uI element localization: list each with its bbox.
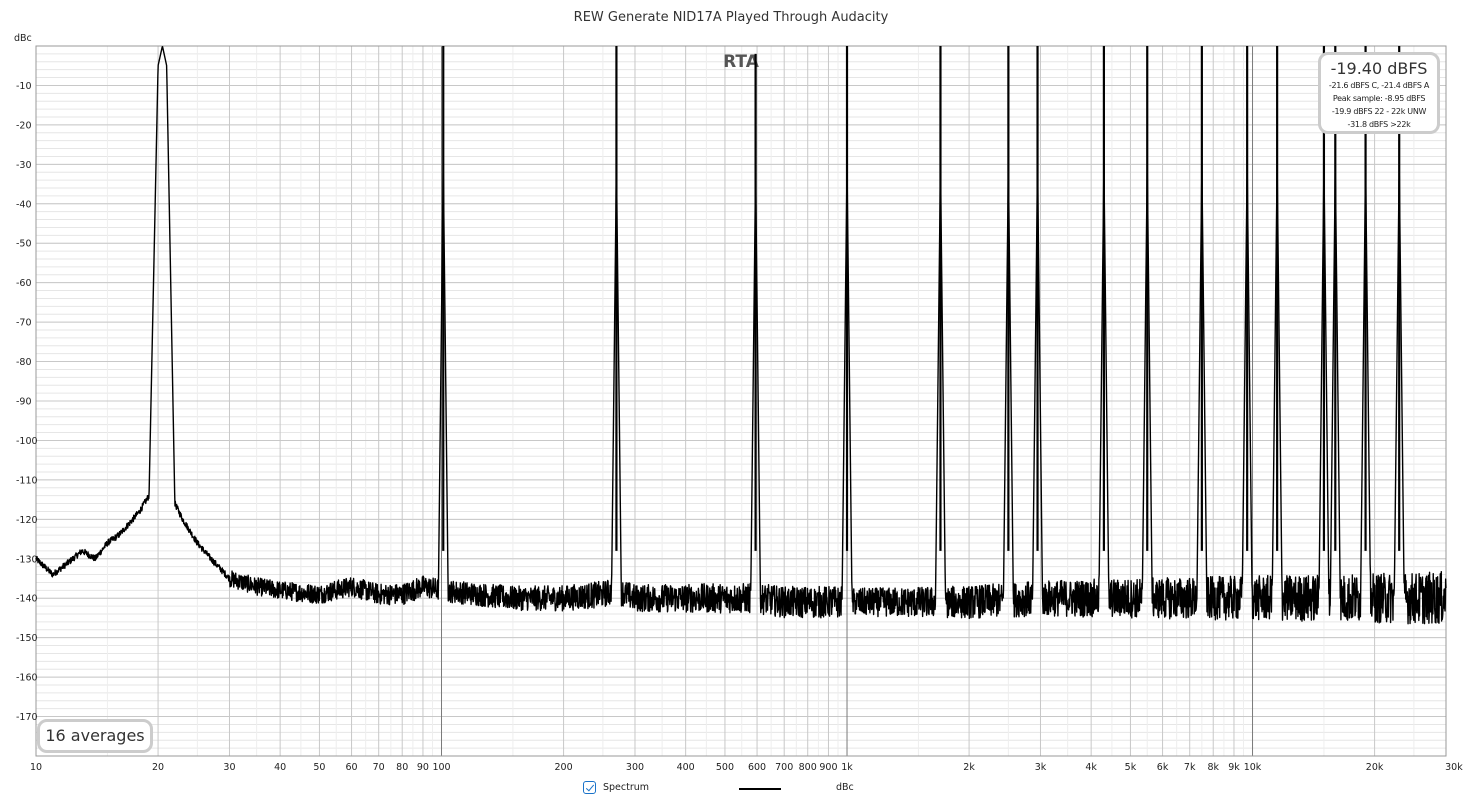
y-tick-label: -70: [16, 318, 32, 329]
x-tick-label: 800: [799, 762, 817, 773]
x-tick-label: 700: [775, 762, 793, 773]
x-tick-label: 90: [417, 762, 429, 773]
x-tick-label: 40: [274, 762, 286, 773]
y-tick-label: -20: [16, 120, 32, 131]
x-tick-label: 80: [396, 762, 408, 773]
meter-main-value: -19.40 dBFS: [1330, 59, 1428, 78]
y-tick-label: -100: [16, 436, 38, 447]
y-tick-label: -170: [16, 712, 38, 723]
x-tick-label: 2k: [963, 762, 975, 773]
legend-unit-label: dBc: [836, 782, 854, 793]
x-tick-label: 30: [223, 762, 235, 773]
level-meter-box: -19.40 dBFS -21.6 dBFS C, -21.4 dBFS A P…: [1318, 52, 1440, 134]
y-tick-label: -140: [16, 594, 38, 605]
spectrum-legend-swatch: [739, 788, 781, 790]
x-tick-label: 1k: [841, 762, 853, 773]
x-tick-label: 9k: [1228, 762, 1240, 773]
y-tick-label: -50: [16, 239, 32, 250]
y-tick-label: -120: [16, 515, 38, 526]
y-tick-labels: -10 -20 -30 -40 -50 -60 -70 -80 -90 -100 -110 -120 -…: [16, 81, 38, 723]
y-tick-label: -130: [16, 554, 38, 565]
x-tick-label: 50: [313, 762, 325, 773]
chart-title: REW Generate NID17A Played Through Audac…: [574, 10, 889, 25]
x-tick-label: 5k: [1125, 762, 1137, 773]
x-tick-label: 7k: [1184, 762, 1196, 773]
x-tick-label: 70: [373, 762, 385, 773]
legend: Spectrum dBc: [583, 781, 883, 797]
x-tick-label: 8k: [1207, 762, 1219, 773]
x-tick-label: 100: [432, 762, 450, 773]
y-tick-label: -10: [16, 81, 32, 92]
x-tick-label: 900: [819, 762, 837, 773]
y-tick-label: -150: [16, 633, 38, 644]
y-axis-unit-label: dBc: [14, 33, 32, 44]
y-tick-label: -60: [16, 278, 32, 289]
y-tick-label: -30: [16, 160, 32, 171]
y-tick-label: -40: [16, 199, 32, 210]
x-tick-label: 10k: [1244, 762, 1262, 773]
x-tick-label: 60: [345, 762, 357, 773]
spectrum-checkbox[interactable]: [583, 781, 596, 794]
x-tick-label: 200: [555, 762, 573, 773]
x-tick-label: 3k: [1035, 762, 1047, 773]
y-tick-label: -160: [16, 673, 38, 684]
x-tick-label: 6k: [1157, 762, 1169, 773]
x-tick-label: 10: [30, 762, 42, 773]
x-tick-label: 300: [626, 762, 644, 773]
rta-label: RTA: [723, 52, 760, 72]
x-tick-label: 20k: [1366, 762, 1384, 773]
x-tick-labels: 10 20 30 40 50 60 70 80 90 100 200 300 400 500 600 700 8…: [30, 762, 1463, 773]
spectrum-legend-label: Spectrum: [603, 782, 650, 793]
x-tick-label: 500: [716, 762, 734, 773]
x-tick-label: 20: [152, 762, 164, 773]
major-grid: [35, 46, 1447, 756]
x-tick-label: 4k: [1085, 762, 1097, 773]
x-tick-label: 400: [677, 762, 695, 773]
meter-unweighted: -19.9 dBFS 22 - 22k UNW: [1331, 107, 1427, 116]
x-tick-label: 600: [748, 762, 766, 773]
meter-above-22k: -31.8 dBFS >22k: [1347, 120, 1411, 129]
x-tick-label: 30kHz: [1445, 762, 1463, 773]
meter-peak-sample: Peak sample: -8.95 dBFS: [1332, 94, 1426, 103]
y-tick-label: -80: [16, 357, 32, 368]
meter-weighted-values: -21.6 dBFS C, -21.4 dBFS A: [1328, 81, 1430, 90]
averages-count-box: 16 averages: [37, 719, 153, 753]
rta-chart: REW Generate NID17A Played Through Audac…: [14, 10, 1463, 773]
y-tick-label: -110: [16, 475, 38, 486]
y-tick-label: -90: [16, 397, 32, 408]
